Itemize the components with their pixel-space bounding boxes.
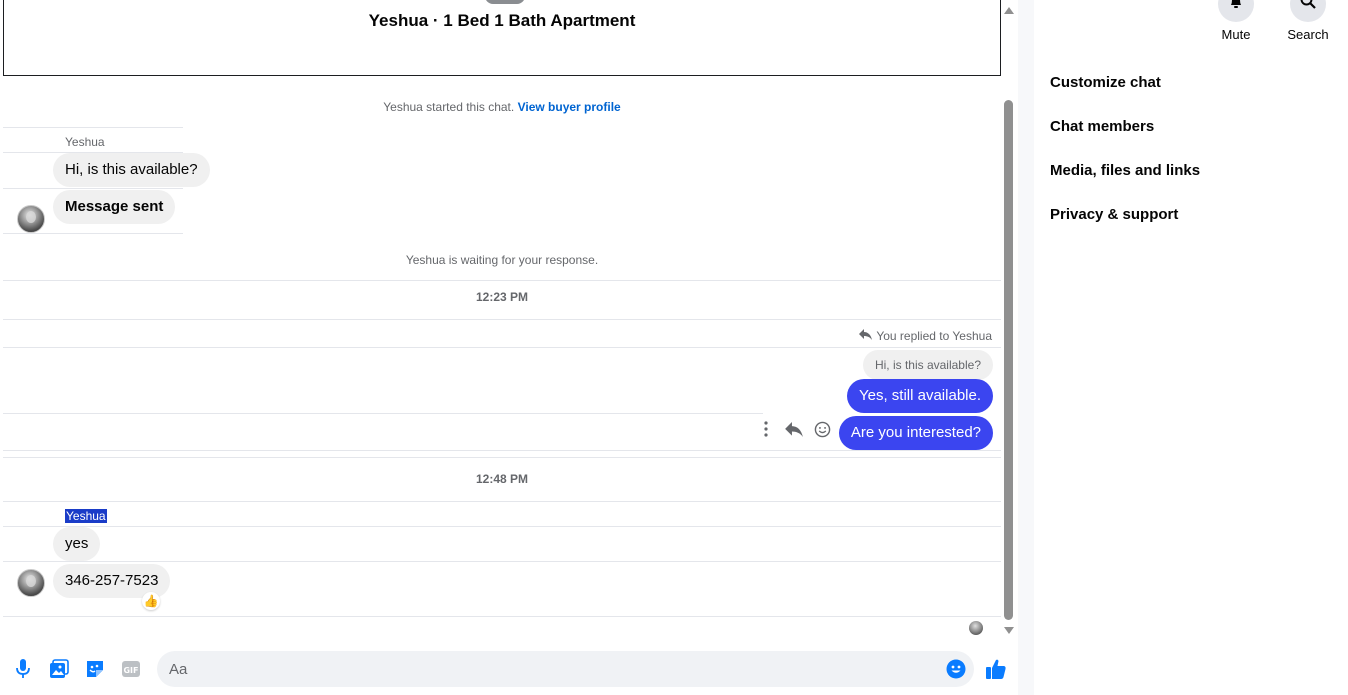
row-divider [3,616,1001,617]
row-divider [3,127,183,128]
read-receipt-avatar [969,621,983,635]
svg-text:GIF: GIF [123,666,138,675]
message-composer: GIF [0,645,1018,695]
sender-avatar[interactable] [17,205,45,233]
row-divider [3,450,1001,451]
listing-header[interactable]: Yeshua · 1 Bed 1 Bath Apartment [3,0,1001,76]
replied-text: You replied to Yeshua [876,329,992,343]
listing-title: Yeshua · 1 Bed 1 Bath Apartment [368,11,636,30]
waiting-notice: Yeshua is waiting for your response. [405,253,599,267]
emoji-icon[interactable] [945,658,967,680]
react-icon[interactable] [813,420,831,438]
row-divider [3,413,763,414]
listing-thumbnail [485,0,525,4]
scrollbar-thumb[interactable] [1004,100,1013,620]
row-divider [3,561,1001,562]
scroll-down-arrow-icon[interactable] [1004,627,1014,634]
message-input[interactable] [157,651,974,687]
row-divider [3,347,1001,348]
row-divider [3,280,1001,281]
quoted-message[interactable]: Hi, is this available? [862,350,993,380]
view-buyer-profile-link[interactable]: View buyer profile [518,100,621,114]
sender-name: Yeshua [65,135,105,149]
reply-icon[interactable] [785,420,803,438]
replied-label: You replied to Yeshua [859,329,992,343]
message-actions [757,420,831,438]
search-label: Search [1287,27,1329,42]
menu-privacy-support[interactable]: Privacy & support [1050,206,1178,223]
menu-customize-chat[interactable]: Customize chat [1050,74,1161,91]
row-divider [3,457,1001,458]
timestamp: 12:48 PM [475,472,529,486]
sticker-icon[interactable] [84,658,106,680]
search-button[interactable] [1290,0,1326,22]
menu-media-files-links[interactable]: Media, files and links [1050,162,1200,179]
mute-button[interactable] [1218,0,1254,22]
photo-icon[interactable] [48,658,70,680]
message-bubble-outgoing[interactable]: Yes, still available. [846,379,993,413]
sender-name: Yeshua [65,509,107,523]
mute-label: Mute [1221,27,1251,42]
more-options-icon[interactable] [757,420,775,438]
row-divider [3,233,183,234]
row-divider [3,526,1001,527]
search-icon [1300,0,1316,14]
menu-chat-members[interactable]: Chat members [1050,118,1154,135]
sender-avatar[interactable] [17,569,45,597]
message-bubble-outgoing[interactable]: Are you interested? [838,416,993,450]
scroll-up-arrow-icon[interactable] [1004,7,1014,14]
thumbs-up-icon[interactable] [985,658,1007,680]
panel-divider [1018,0,1034,695]
message-bubble-incoming[interactable]: yes [53,527,101,561]
chat-pane: Yeshua · 1 Bed 1 Bath Apartment Yeshua s… [0,0,1018,695]
row-divider [3,319,1001,320]
timestamp: 12:23 PM [475,290,529,304]
reaction-thumbs-up[interactable]: 👍 [142,592,160,610]
row-divider [3,501,1001,502]
chat-info-panel: Mute Search Customize chat Chat members … [1034,0,1348,695]
message-bubble-incoming[interactable]: Message sent [53,190,176,224]
chat-started-text: Yeshua started this chat. [383,100,515,114]
bell-icon [1229,0,1243,14]
microphone-icon[interactable] [12,658,34,680]
chat-started-notice: Yeshua started this chat. View buyer pro… [3,100,1001,114]
row-divider [3,188,183,189]
reply-icon [859,329,873,343]
gif-icon[interactable]: GIF [120,658,142,680]
message-bubble-incoming[interactable]: Hi, is this available? [53,153,210,187]
